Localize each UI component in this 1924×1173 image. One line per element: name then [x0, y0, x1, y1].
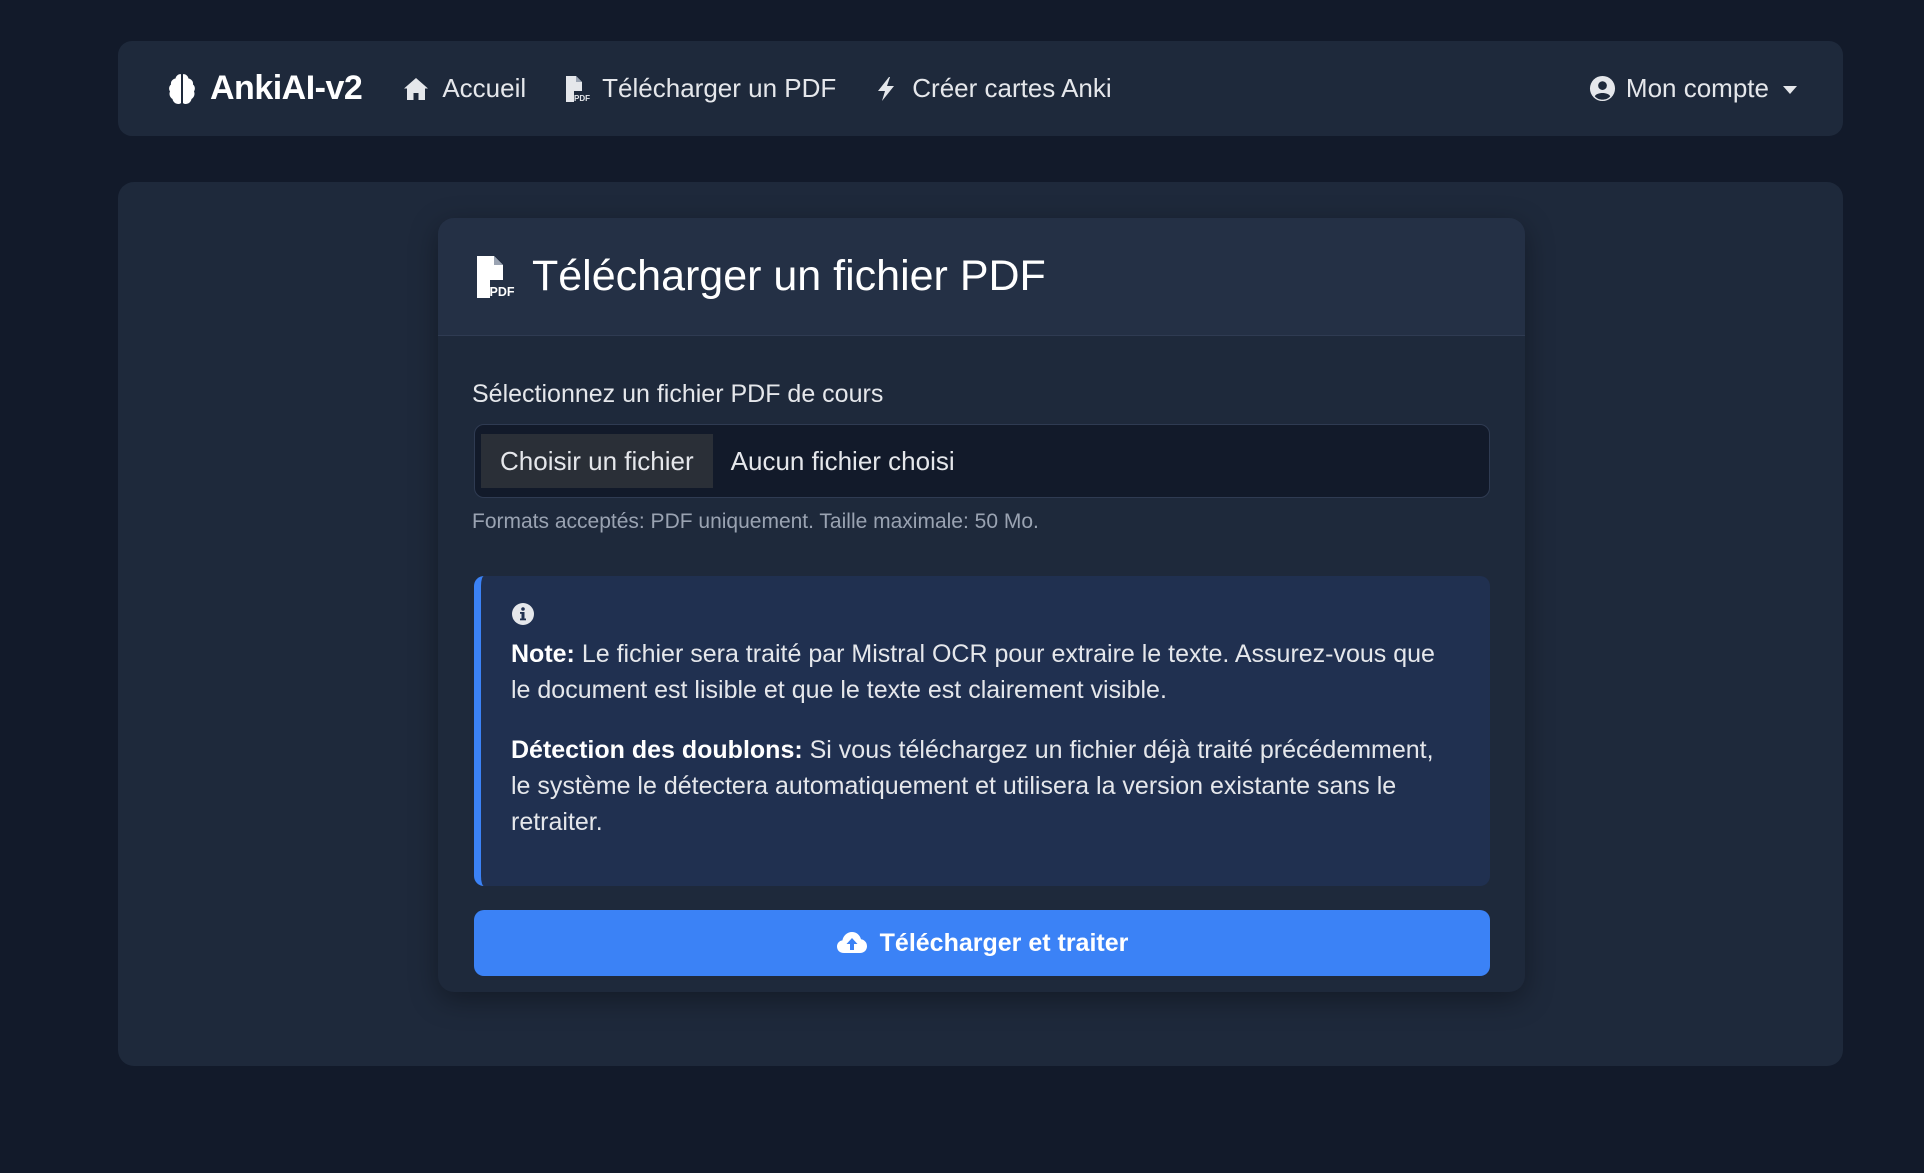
bolt-icon	[878, 76, 895, 101]
upload-submit-button[interactable]: Télécharger et traiter	[474, 910, 1490, 976]
nav-link-label: Créer cartes Anki	[912, 73, 1112, 103]
alert-note-text: Le fichier sera traité par Mistral OCR p…	[511, 640, 1435, 704]
upload-card: PDF Télécharger un fichier PDF Sélection…	[438, 218, 1525, 992]
nav-link-label: Télécharger un PDF	[602, 73, 837, 103]
file-field-label: Sélectionnez un fichier PDF de cours	[472, 380, 884, 408]
alert-duplicates: Détection des doublons: Si vous téléchar…	[511, 732, 1454, 840]
brand-name: AnkiAI-v2	[210, 69, 363, 107]
user-circle-icon	[1589, 75, 1615, 102]
card-header: PDF Télécharger un fichier PDF	[438, 218, 1525, 336]
file-pdf-icon: PDF	[566, 75, 590, 103]
nav-link-label: Accueil	[442, 73, 527, 103]
brand-link[interactable]: AnkiAI-v2	[164, 69, 363, 108]
file-input[interactable]: Choisir un fichier Aucun fichier choisi	[474, 424, 1490, 498]
cloud-upload-icon	[836, 932, 867, 953]
file-pdf-icon: PDF	[477, 255, 515, 299]
upload-submit-label: Télécharger et traiter	[879, 928, 1129, 957]
file-help-text: Formats acceptés: PDF uniquement. Taille…	[472, 510, 1039, 533]
account-dropdown[interactable]: Mon compte	[1589, 73, 1797, 104]
svg-text:PDF: PDF	[574, 94, 590, 103]
choose-file-button[interactable]: Choisir un fichier	[481, 434, 713, 488]
info-alert: Note: Le fichier sera traité par Mistral…	[474, 576, 1490, 886]
brain-icon	[169, 73, 195, 104]
alert-note: Note: Le fichier sera traité par Mistral…	[511, 636, 1454, 708]
navbar: AnkiAI-v2 Accueil PDF Télécharger un PDF…	[118, 41, 1843, 136]
info-circle-icon	[512, 603, 534, 625]
alert-note-label: Note:	[511, 640, 575, 668]
alert-duplicates-label: Détection des doublons:	[511, 736, 803, 764]
nav-link-create-cards[interactable]: Créer cartes Anki	[872, 73, 1112, 104]
nav-link-accueil[interactable]: Accueil	[402, 73, 526, 104]
home-icon	[404, 77, 429, 100]
account-label: Mon compte	[1625, 73, 1769, 103]
svg-text:PDF: PDF	[490, 285, 515, 299]
file-status: Aucun fichier choisi	[730, 445, 955, 476]
page-title: Télécharger un fichier PDF	[532, 252, 1046, 300]
chevron-down-icon	[1783, 85, 1797, 94]
nav-link-upload-pdf[interactable]: PDF Télécharger un PDF	[562, 73, 836, 104]
